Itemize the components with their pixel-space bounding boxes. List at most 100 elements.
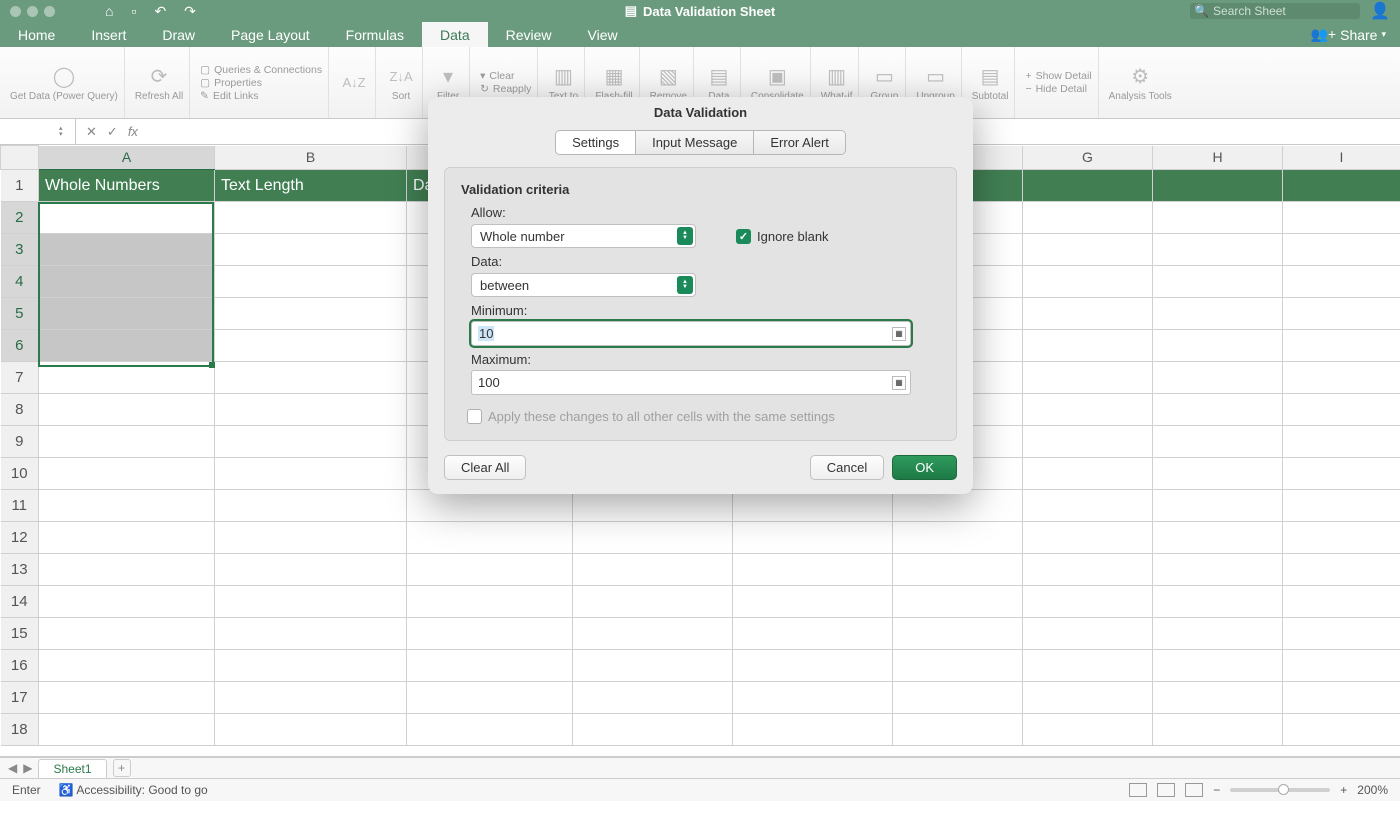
row-header-6[interactable]: 6 [1,330,39,362]
row-header-5[interactable]: 5 [1,298,39,330]
queries-connections-button[interactable]: ▢ Queries & Connections [200,64,322,76]
clear-filter-button[interactable]: ▾ Clear [480,70,514,82]
tab-formulas[interactable]: Formulas [328,22,422,47]
zoom-in-button[interactable]: + [1340,783,1347,797]
cell-A5[interactable] [39,298,215,330]
zoom-dot[interactable] [44,6,55,17]
sort-icon[interactable]: Z↓A [386,63,416,89]
get-data-icon[interactable]: ◯ [49,63,79,89]
fx-icon[interactable]: fx [128,124,138,139]
tab-error-alert[interactable]: Error Alert [754,131,845,154]
cell-A2[interactable] [39,202,215,234]
scroll-right-icon[interactable]: ▶ [23,761,32,775]
col-header-H[interactable]: H [1153,146,1283,170]
maximum-input[interactable]: 100 ▦ [471,370,911,395]
range-selector-icon[interactable]: ▦ [892,327,906,341]
cell-A4[interactable] [39,266,215,298]
flash-fill-icon[interactable]: ▦ [599,63,629,89]
range-selector-icon[interactable]: ▦ [892,376,906,390]
allow-dropdown[interactable]: Whole number ▲▼ [471,224,696,248]
tab-input-message[interactable]: Input Message [636,131,754,154]
page-layout-view-icon[interactable] [1157,783,1175,797]
edit-links-button[interactable]: ✎ Edit Links [200,90,258,102]
analysis-tools-icon[interactable]: ⚙ [1125,63,1155,89]
home-icon[interactable]: ⌂ [105,3,113,20]
row-header-11[interactable]: 11 [1,490,39,522]
zoom-out-button[interactable]: − [1213,783,1220,797]
row-header-4[interactable]: 4 [1,266,39,298]
redo-icon[interactable]: ↷ [184,3,196,20]
add-sheet-button[interactable]: + [113,759,131,777]
normal-view-icon[interactable] [1129,783,1147,797]
row-header-17[interactable]: 17 [1,682,39,714]
group-icon[interactable]: ▭ [869,63,899,89]
row-header-12[interactable]: 12 [1,522,39,554]
zoom-slider[interactable] [1230,788,1330,792]
sheet-tab-sheet1[interactable]: Sheet1 [38,759,106,778]
sort-az-icon[interactable]: A↓Z [339,70,369,96]
tab-page-layout[interactable]: Page Layout [213,22,328,47]
share-button[interactable]: 👥+ Share ▾ [1297,22,1400,47]
accessibility-status[interactable]: ♿ Accessibility: Good to go [59,783,208,797]
tab-draw[interactable]: Draw [144,22,213,47]
data-dropdown[interactable]: between ▲▼ [471,273,696,297]
clear-all-button[interactable]: Clear All [444,455,526,480]
row-header-2[interactable]: 2 [1,202,39,234]
row-header-18[interactable]: 18 [1,714,39,746]
data-validation-icon[interactable]: ▤ [704,63,734,89]
row-header-15[interactable]: 15 [1,618,39,650]
show-detail-button[interactable]: + Show Detail [1025,70,1091,82]
text-to-columns-icon[interactable]: ▥ [548,63,578,89]
confirm-edit-icon[interactable]: ✓ [107,124,118,140]
minimize-dot[interactable] [27,6,38,17]
tab-view[interactable]: View [570,22,636,47]
ungroup-icon[interactable]: ▭ [921,63,951,89]
row-header-7[interactable]: 7 [1,362,39,394]
col-header-I[interactable]: I [1283,146,1400,170]
select-all-corner[interactable] [1,146,39,170]
row-header-1[interactable]: 1 [1,170,39,202]
row-header-8[interactable]: 8 [1,394,39,426]
search-sheet-input[interactable]: 🔍 Search Sheet [1190,3,1360,19]
refresh-icon[interactable]: ⟳ [144,63,174,89]
tab-insert[interactable]: Insert [73,22,144,47]
ignore-blank-checkbox[interactable]: ✓ Ignore blank [736,229,829,244]
col-header-A[interactable]: A [39,146,215,170]
reapply-button[interactable]: ↻ Reapply [480,83,531,95]
cell-A3[interactable] [39,234,215,266]
properties-button[interactable]: ▢ Properties [200,77,262,89]
row-header-14[interactable]: 14 [1,586,39,618]
consolidate-icon[interactable]: ▣ [762,63,792,89]
undo-icon[interactable]: ↶ [154,3,166,20]
subtotal-icon[interactable]: ▤ [975,63,1005,89]
ok-button[interactable]: OK [892,455,957,480]
col-header-G[interactable]: G [1023,146,1153,170]
whatif-icon[interactable]: ▥ [822,63,852,89]
zoom-level[interactable]: 200% [1357,783,1388,797]
cell-B1[interactable]: Text Length [215,170,407,202]
hide-detail-button[interactable]: − Hide Detail [1025,83,1087,95]
save-icon[interactable]: ▫ [131,3,136,20]
row-header-10[interactable]: 10 [1,458,39,490]
scroll-left-icon[interactable]: ◀ [8,761,17,775]
cancel-button[interactable]: Cancel [810,455,884,480]
row-header-16[interactable]: 16 [1,650,39,682]
account-icon[interactable]: 👤 [1370,1,1390,21]
tab-review[interactable]: Review [488,22,570,47]
tab-home[interactable]: Home [0,22,73,47]
col-header-B[interactable]: B [215,146,407,170]
name-box[interactable]: ▴▾ [0,119,76,144]
minimum-input[interactable]: 10 ▦ [471,321,911,346]
row-header-13[interactable]: 13 [1,554,39,586]
page-break-view-icon[interactable] [1185,783,1203,797]
cancel-edit-icon[interactable]: ✕ [86,124,97,140]
remove-dup-icon[interactable]: ▧ [653,63,683,89]
tab-data[interactable]: Data [422,22,488,47]
cell-A1[interactable]: Whole Numbers [39,170,215,202]
row-header-3[interactable]: 3 [1,234,39,266]
cell-A6[interactable] [39,330,215,362]
tab-settings[interactable]: Settings [556,131,636,154]
row-header-9[interactable]: 9 [1,426,39,458]
close-dot[interactable] [10,6,21,17]
filter-icon[interactable]: ▾ [433,63,463,89]
